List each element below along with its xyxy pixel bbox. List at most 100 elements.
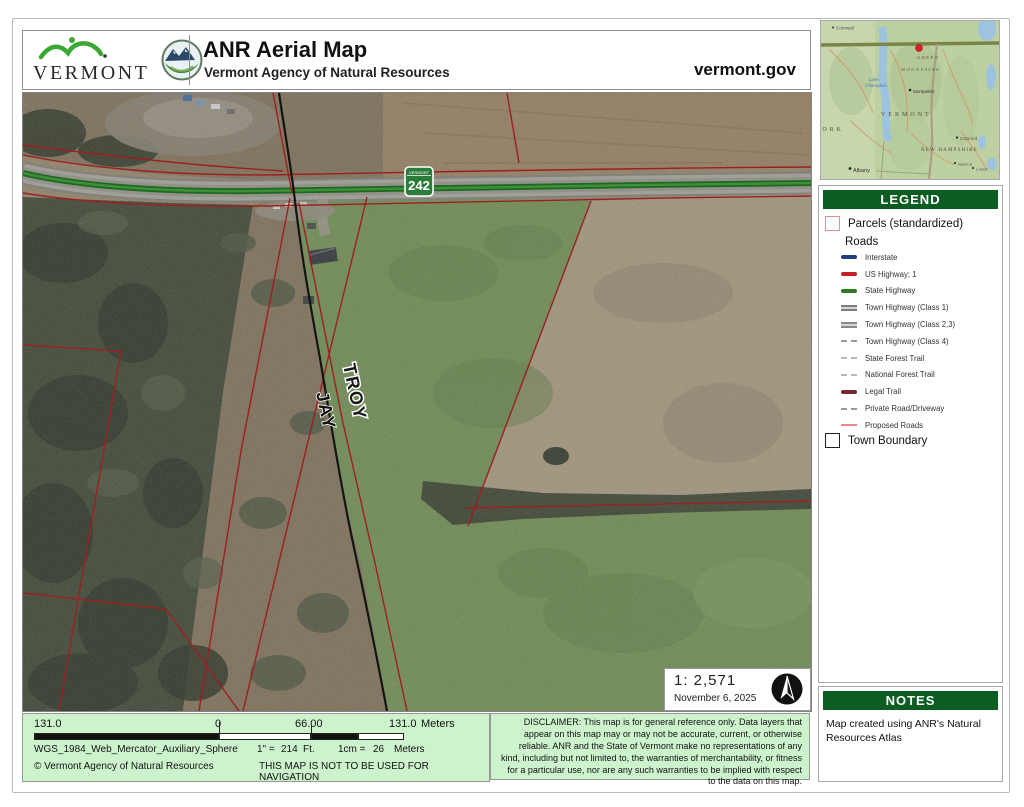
- legend-item-label: Legal Trail: [865, 387, 901, 396]
- inset-label-nashua: Nashua: [958, 162, 973, 167]
- legend-item: State Highway: [841, 283, 1000, 300]
- inset-label-concord: Concord: [960, 136, 978, 141]
- legend-header: LEGEND: [823, 190, 998, 209]
- legend-item-label: State Highway: [865, 286, 915, 295]
- projection-label: WGS_1984_Web_Mercator_Auxiliary_Sphere: [34, 744, 238, 755]
- legend-item-label: Town Highway (Class 4): [865, 337, 949, 346]
- inset-label-albany: Albany: [853, 168, 870, 174]
- inset-label-lowell: Lowell: [976, 167, 987, 172]
- page: VERMONT ANR Aerial Map Vermont Agency of…: [0, 0, 1024, 807]
- cm-eq: 1cm =: [338, 744, 366, 755]
- legend-item-label: State Forest Trail: [865, 354, 924, 363]
- legend-item: US Highway; 1: [841, 266, 1000, 283]
- inset-border-road: [821, 43, 999, 45]
- scale-ratio: 1: 2,571: [674, 672, 736, 689]
- vermont-logo: VERMONT: [31, 35, 159, 85]
- scalebar-seg3: [311, 733, 358, 740]
- legend-item-swatch: [841, 408, 857, 410]
- vermont-logo-text: VERMONT: [33, 62, 149, 84]
- scale-num-left: 131.0: [34, 718, 62, 730]
- legend-item-swatch: [841, 322, 857, 328]
- inch-unit: Ft.: [303, 744, 315, 755]
- vermont-gov-link[interactable]: vermont.gov: [694, 60, 796, 80]
- navigation-warning: THIS MAP IS NOT TO BE USED FOR NAVIGATIO…: [259, 761, 489, 783]
- legend-town-boundary-row: Town Boundary: [825, 433, 927, 448]
- legend-item-swatch: [841, 255, 857, 259]
- scalebar-tick-mid: [311, 726, 312, 733]
- legend-roads-row: Roads: [845, 236, 878, 248]
- legend-item: Town Highway (Class 1): [841, 299, 1000, 316]
- scale-unit: Meters: [421, 718, 455, 730]
- disclaimer-text: DISCLAIMER: This map is for general refe…: [499, 717, 802, 788]
- scalebar-seg1: [34, 733, 219, 740]
- scalebar-panel: 131.0 0 66.00 131.0 Meters WGS_1984_Web_…: [22, 713, 490, 782]
- map-viewport: TROY JAY VERMONT 242 1: 2,571 November 6…: [22, 92, 812, 712]
- legend-item-label: National Forest Trail: [865, 370, 935, 379]
- notes-body: Map created using ANR's Natural Resource…: [826, 718, 992, 745]
- vermont-logo-sun: [69, 37, 75, 43]
- legend-item-label: Town Highway (Class 2,3): [865, 320, 955, 329]
- header-divider: [189, 35, 190, 85]
- cm-unit: Meters: [394, 744, 425, 755]
- vermont-logo-mountains: [41, 43, 101, 57]
- legend-item: Proposed Roads: [841, 417, 1000, 434]
- scale-num-right: 131.0: [389, 718, 417, 730]
- legend-item-label: Proposed Roads: [865, 421, 923, 430]
- inset-label-lake1: Lake: [869, 77, 879, 82]
- inset-label-montpelier: Montpelier: [913, 89, 935, 94]
- header: VERMONT ANR Aerial Map Vermont Agency of…: [22, 30, 811, 90]
- copyright: © Vermont Agency of Natural Resources: [34, 761, 214, 772]
- route-shield-header: VERMONT: [409, 170, 430, 175]
- legend-item-label: Private Road/Driveway: [865, 404, 944, 413]
- legend-item: Private Road/Driveway: [841, 400, 1000, 417]
- legend-item-swatch: [841, 340, 857, 342]
- legend-road-items: Interstate US Highway; 1 State Highway Town…: [841, 249, 1000, 434]
- inset-location-marker: [916, 45, 923, 52]
- legend-item-label: Town Highway (Class 1): [865, 303, 949, 312]
- scalebar-tick-zero: [219, 722, 220, 733]
- inset-locator-map: Cornwall GREEN MOUNTAINS Lake Champlain …: [820, 20, 1000, 180]
- inset-label-york: YORK: [820, 127, 844, 133]
- legend-item: Interstate: [841, 249, 1000, 266]
- town-boundary-label: Town Boundary: [848, 435, 927, 447]
- legend-item: Town Highway (Class 4): [841, 333, 1000, 350]
- inch-eq: 1" =: [257, 744, 275, 755]
- inset-label-cornwall: Cornwall: [836, 26, 854, 31]
- inch-val: 214: [281, 744, 298, 755]
- town-boundary-swatch: [825, 433, 840, 448]
- route-shield-number: 242: [408, 178, 430, 193]
- legend-item: Town Highway (Class 2,3): [841, 316, 1000, 333]
- legend-item-swatch: [841, 272, 857, 276]
- roads-label: Roads: [845, 236, 878, 248]
- aerial-imagery: TROY JAY VERMONT 242: [23, 93, 811, 711]
- vermont-logo-dot: [103, 54, 107, 58]
- notes-header: NOTES: [823, 691, 998, 710]
- scalebar-seg4: [358, 733, 404, 740]
- inset-label-new-hampshire: NEW HAMPSHIRE: [921, 148, 978, 153]
- parcels-label: Parcels (standardized): [848, 218, 963, 230]
- legend-item-swatch: [841, 424, 857, 426]
- inset-label-mountains: MOUNTAINS: [900, 67, 940, 72]
- page-subtitle: Vermont Agency of Natural Resources: [204, 65, 450, 80]
- page-title: ANR Aerial Map: [203, 37, 367, 63]
- legend-item-swatch: [841, 374, 857, 376]
- disclaimer-panel: DISCLAIMER: This map is for general refe…: [490, 713, 810, 780]
- legend-item-swatch: [841, 390, 857, 394]
- legend-item-label: US Highway; 1: [865, 270, 917, 279]
- north-arrow-icon: [770, 672, 804, 706]
- inset-label-green: GREEN: [917, 55, 939, 60]
- anr-logo-icon: [161, 39, 203, 81]
- map-date: November 6, 2025: [674, 693, 756, 704]
- parcels-swatch: [825, 216, 840, 231]
- inset-label-lake2: Champlain: [865, 83, 887, 88]
- legend-item: National Forest Trail: [841, 367, 1000, 384]
- legend-item: State Forest Trail: [841, 350, 1000, 367]
- scale-num-mid: 66.00: [295, 718, 323, 730]
- legend-item-label: Interstate: [865, 253, 898, 262]
- legend-item-swatch: [841, 289, 857, 293]
- notes-panel: NOTES Map created using ANR's Natural Re…: [818, 686, 1003, 782]
- legend-parcels-row: Parcels (standardized): [825, 216, 963, 231]
- inset-label-vermont: VERMONT: [881, 112, 932, 118]
- legend-item-swatch: [841, 305, 857, 311]
- map-scale-box: 1: 2,571 November 6, 2025: [664, 668, 811, 711]
